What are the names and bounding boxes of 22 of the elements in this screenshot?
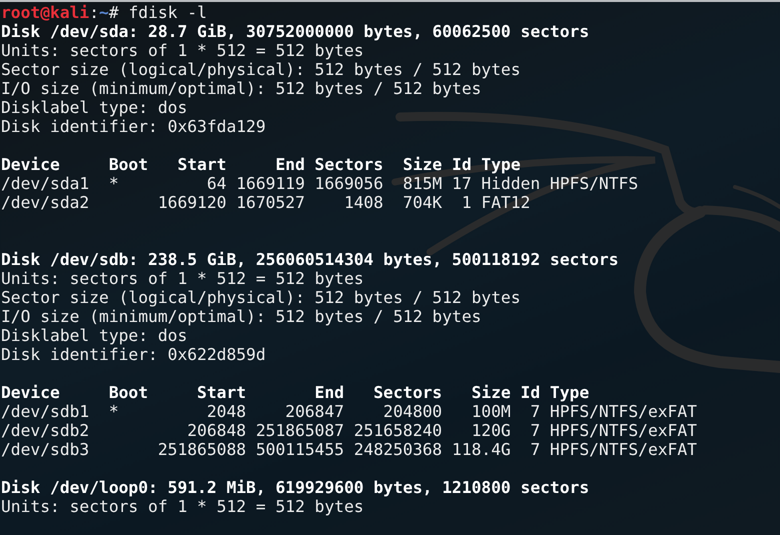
output-line: I/O size (minimum/optimal): 512 bytes / 512 bytes: [1, 79, 482, 98]
output-line: Disklabel type: dos: [1, 326, 188, 345]
output-line: /dev/sdb2 206848 251865087 251658240 120G 7 HPFS/NTFS/exFAT: [1, 421, 697, 440]
output-heading-line: Disk /dev/sdb: 238.5 GiB, 256060514304 bytes, 500118192 sectors: [1, 250, 619, 269]
output-heading-line: Device Boot Start End Sectors Size Id Type: [1, 155, 521, 174]
prompt-line: root@kali:~# fdisk -l: [1, 3, 207, 22]
output-line: Sector size (logical/physical): 512 bytes / 512 bytes: [1, 288, 521, 307]
output-line: Disk identifier: 0x63fda129: [1, 117, 266, 136]
output-line: /dev/sdb3 251865088 500115455 248250368 118.4G 7 HPFS/NTFS/exFAT: [1, 440, 697, 459]
output-heading-line: Disk /dev/loop0: 591.2 MiB, 619929600 bytes, 1210800 sectors: [1, 478, 590, 497]
output-line: Sector size (logical/physical): 512 bytes / 512 bytes: [1, 60, 521, 79]
output-line: Disklabel type: dos: [1, 98, 188, 117]
output-line: I/O size (minimum/optimal): 512 bytes / 512 bytes: [1, 307, 482, 326]
output-line: /dev/sda1 * 64 1669119 1669056 815M 17 Hidden HPFS/NTFS: [1, 174, 638, 193]
output-line: Units: sectors of 1 * 512 = 512 bytes: [1, 41, 364, 60]
output-line: Units: sectors of 1 * 512 = 512 bytes: [1, 269, 364, 288]
output-line: Units: sectors of 1 * 512 = 512 bytes: [1, 497, 364, 516]
output-line: /dev/sda2 1669120 1670527 1408 704K 1 FAT12: [1, 193, 530, 212]
output-heading-line: Device Boot Start End Sectors Size Id Type: [1, 383, 590, 402]
output-line: Disk identifier: 0x622d859d: [1, 345, 266, 364]
output-heading-line: Disk /dev/sda: 28.7 GiB, 30752000000 bytes, 60062500 sectors: [1, 22, 590, 41]
output-line: /dev/sdb1 * 2048 206847 204800 100M 7 HPFS/NTFS/exFAT: [1, 402, 697, 421]
